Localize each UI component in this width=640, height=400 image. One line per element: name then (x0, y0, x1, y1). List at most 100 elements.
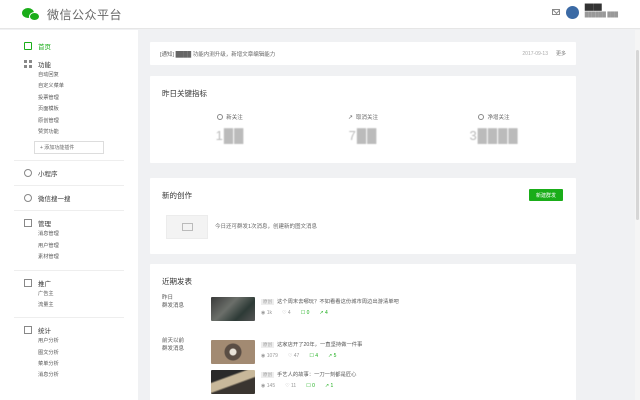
read-count: ◉ 145 (261, 383, 276, 389)
thumb-icon: ♡ (285, 383, 290, 389)
unfollow-icon: ↗ (347, 114, 353, 121)
sidebar-item-home[interactable]: 首页 (24, 40, 138, 52)
promote-icon (24, 278, 32, 287)
sidebar-item-custom-menu[interactable]: 自定义菜单 (24, 81, 138, 92)
post-item[interactable]: 原创 这个周末去哪玩？不如看看这份城市周边出游清单吧 ◉ 1k ♡ 4 ☐ 0 ↗… (211, 297, 399, 321)
net-follow-icon (478, 114, 485, 120)
image-icon (181, 223, 193, 231)
sidebar-item-vote[interactable]: 投票管理 (24, 93, 138, 104)
post-title: 原创 手艺人的故事：一刀一刻都是匠心 (261, 372, 357, 378)
share-count: ↗ 5 (327, 353, 337, 359)
wechat-logo-icon (22, 7, 42, 23)
sidebar-item-reward[interactable]: 赞赏功能 (24, 127, 138, 138)
account-info[interactable]: ████ ██████ ███ (585, 5, 618, 19)
post-stats: ◉ 1k ♡ 4 ☐ 0 ↗ 4 (261, 310, 399, 316)
compose-hint: 今日还可群发1次消息，创建新的图文消息 (215, 224, 318, 230)
notice-bar: [通知] ████ 功能内测升级，新增文章编辑能力 2017-09-13 更多 (150, 42, 576, 65)
share-icon: ↗ (324, 383, 330, 389)
sidebar-item-menu-analysis[interactable]: 菜单分析 (24, 359, 138, 370)
sidebar-item-materials[interactable]: 素材管理 (24, 252, 138, 263)
sidebar-item-auto-reply[interactable]: 自动回复 (24, 70, 138, 81)
new-creation-card: 新的创作 新建群发 今日还可群发1次消息，创建新的图文消息 (150, 178, 576, 254)
like-count: ♡ 4 (282, 310, 291, 316)
page-scrollbar[interactable] (635, 30, 640, 400)
add-plugin-button[interactable]: + 添加功能插件 (34, 141, 104, 155)
sidebar-group-stats[interactable]: 统计 (24, 324, 138, 336)
card-title: 新的创作 (162, 191, 192, 200)
stat-value: 1██ (215, 128, 245, 143)
mail-icon[interactable] (551, 9, 560, 15)
post-tag: 原创 (261, 299, 274, 305)
share-count: ↗ 4 (319, 310, 328, 316)
sidebar-item-label: 首页 (38, 44, 51, 51)
home-icon (24, 42, 32, 50)
sidebar-item-user-analysis[interactable]: 用户分析 (24, 336, 138, 347)
user-name: ████ (584, 5, 602, 11)
scrollbar-thumb[interactable] (636, 50, 639, 220)
brand-logo[interactable]: 微信公众平台 (22, 6, 122, 23)
stat-label: 取消关注 (356, 115, 379, 121)
read-count: ◉ 1k (261, 310, 273, 316)
new-broadcast-button[interactable]: 新建群发 (529, 189, 563, 201)
sidebar-item-advertiser[interactable]: 广告主 (24, 289, 138, 300)
sidebar-group-function[interactable]: 功能 (24, 58, 138, 70)
sidebar-item-mini-program[interactable]: 小程序 (24, 167, 138, 179)
sidebar-item-users[interactable]: 用户管理 (24, 241, 138, 252)
function-icon (24, 60, 32, 68)
search-icon (24, 194, 32, 203)
user-sub: ██████ ███ (584, 12, 618, 18)
sidebar-item-message-analysis[interactable]: 消息分析 (24, 370, 138, 381)
sidebar-item-label: 微信搜一搜 (38, 196, 71, 204)
key-metrics-card: 昨日关键指标 新关注 1██ ↗ 取消关注 7██ 净增关注 3████ (150, 76, 576, 163)
group-label: 前天以前 群发消息 (162, 338, 185, 352)
stat-label: 新关注 (226, 115, 243, 121)
sidebar-item-label: 功能 (38, 62, 51, 69)
sidebar-item-page-template[interactable]: 页面模板 (24, 104, 138, 115)
sidebar-item-article-analysis[interactable]: 图文分析 (24, 348, 138, 359)
post-item[interactable]: 原创 手艺人的故事：一刀一刻都是匠心 ◉ 145 ♡ 11 ☐ 0 ↗ 1 (211, 370, 356, 394)
avatar[interactable] (565, 5, 579, 19)
post-item[interactable]: 原创 这家店开了20年，一直坚持做一件事 ◉ 1079 ♡ 47 ☐ 4 ↗ 5 (211, 340, 362, 364)
read-count: ◉ 1079 (261, 353, 278, 359)
sidebar-item-original[interactable]: 原创管理 (24, 116, 138, 127)
top-bar: 微信公众平台 ████ ██████ ███ (0, 0, 640, 29)
eye-icon: ◉ (261, 353, 266, 359)
share-count: ↗ 1 (324, 383, 334, 389)
stat-value: 7██ (348, 128, 378, 143)
mini-program-icon (24, 169, 32, 178)
post-tag: 原创 (261, 372, 274, 378)
notice-more-link[interactable]: 更多 (556, 50, 566, 57)
eye-icon: ◉ (261, 310, 266, 316)
post-thumbnail (211, 370, 255, 394)
sidebar-group-promote[interactable]: 推广 (24, 277, 138, 289)
thumb-icon: ♡ (287, 353, 293, 359)
post-thumbnail (211, 297, 255, 321)
sidebar-item-wechat-search[interactable]: 微信搜一搜 (24, 192, 138, 204)
comment-icon: ☐ (306, 383, 311, 389)
sidebar-item-label: 统计 (38, 328, 51, 336)
post-thumbnail (211, 340, 255, 364)
stat-label: 净增关注 (487, 115, 510, 121)
divider (14, 160, 124, 162)
divider (14, 269, 124, 271)
sidebar-item-messages[interactable]: 消息管理 (24, 229, 138, 240)
stat-net-follow: 净增关注 3████ (444, 113, 544, 143)
sidebar-group-management[interactable]: 管理 (24, 217, 138, 229)
share-icon: ↗ (319, 310, 324, 316)
placeholder-thumbnail[interactable] (166, 215, 208, 239)
card-title: 近期发表 (162, 277, 192, 286)
notice-text[interactable]: [通知] ████ 功能内测升级，新增文章编辑能力 (160, 50, 522, 58)
new-follow-icon (217, 114, 224, 120)
like-count: ♡ 11 (285, 383, 297, 389)
brand-name: 微信公众平台 (47, 8, 123, 22)
sidebar-item-publisher[interactable]: 流量主 (24, 300, 138, 311)
stat-value: 3████ (469, 128, 519, 143)
divider (14, 317, 124, 319)
stat-unfollow: ↗ 取消关注 7██ (313, 113, 413, 144)
comment-count: ☐ 0 (300, 310, 310, 316)
post-stats: ◉ 1079 ♡ 47 ☐ 4 ↗ 5 (261, 353, 362, 359)
share-icon: ↗ (327, 353, 333, 359)
thumb-icon: ♡ (282, 310, 287, 316)
comment-count: ☐ 0 (306, 383, 315, 389)
group-label: 昨日 群发消息 (162, 295, 185, 309)
